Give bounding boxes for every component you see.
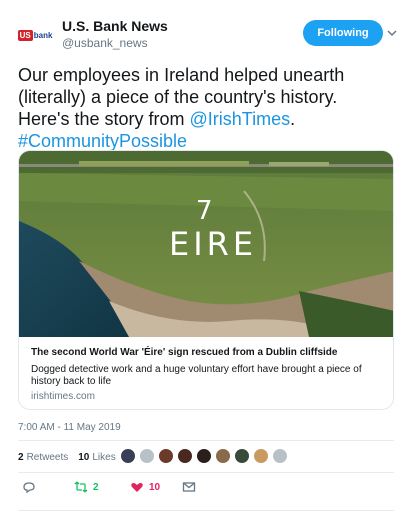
- retweet-icon: [74, 481, 88, 493]
- likes-count: 10: [78, 451, 90, 463]
- liker-avatar[interactable]: [234, 448, 250, 464]
- tweet-body-end: .: [290, 109, 296, 129]
- mention-link[interactable]: @IrishTimes: [189, 109, 290, 129]
- liker-avatar[interactable]: [177, 448, 193, 464]
- engagement-stats: 2 Retweets 10 Likes: [18, 448, 126, 466]
- card-domain: irishtimes.com: [31, 391, 95, 402]
- retweets-label: Retweets: [26, 451, 69, 463]
- link-card[interactable]: 7 EIRE The second World War 'Éire' sign …: [18, 150, 394, 410]
- like-count: 10: [149, 481, 161, 493]
- card-title: The second World War 'Éire' sign rescued…: [31, 347, 338, 358]
- divider: [18, 472, 394, 473]
- retweets-stat[interactable]: 2 Retweets: [18, 452, 68, 463]
- liker-avatars: [120, 448, 291, 464]
- direct-message-button[interactable]: [182, 480, 196, 494]
- likes-stat[interactable]: 10 Likes: [78, 452, 115, 463]
- liker-avatar[interactable]: [196, 448, 212, 464]
- envelope-icon: [182, 482, 196, 492]
- reply-icon: [23, 482, 35, 494]
- account-handle[interactable]: @usbank_news: [62, 36, 148, 50]
- logo-us: US: [17, 29, 33, 41]
- following-button[interactable]: Following: [303, 20, 383, 46]
- liker-avatar[interactable]: [158, 448, 174, 464]
- logo-bank: bank: [33, 30, 53, 40]
- liker-avatar[interactable]: [139, 448, 155, 464]
- image-text-eire: EIRE: [169, 225, 257, 263]
- retweets-count: 2: [18, 451, 24, 463]
- avatar[interactable]: US bank: [17, 18, 53, 52]
- retweet-button[interactable]: 2: [74, 480, 99, 494]
- divider: [18, 440, 394, 441]
- tweet-text: Our employees in Ireland helped unearth …: [18, 64, 390, 152]
- reply-button[interactable]: [22, 480, 36, 494]
- retweet-count: 2: [93, 481, 99, 493]
- liker-avatar[interactable]: [120, 448, 136, 464]
- likes-label: Likes: [92, 451, 116, 463]
- image-text-7: 7: [196, 196, 213, 226]
- tweet-header: US bank U.S. Bank News @usbank_news Foll…: [0, 0, 404, 60]
- hashtag-link[interactable]: #CommunityPossible: [18, 131, 187, 151]
- like-button[interactable]: 10: [130, 480, 160, 494]
- tweet-timestamp[interactable]: 7:00 AM - 11 May 2019: [18, 422, 121, 433]
- liker-avatar[interactable]: [215, 448, 231, 464]
- heart-icon: [131, 483, 143, 492]
- divider: [18, 510, 394, 511]
- tweet-body: Our employees in Ireland helped unearth …: [18, 65, 345, 129]
- liker-avatar[interactable]: [253, 448, 269, 464]
- liker-avatar[interactable]: [272, 448, 288, 464]
- card-description: Dogged detective work and a huge volunta…: [31, 364, 362, 387]
- chevron-down-icon[interactable]: [386, 27, 398, 39]
- card-image: 7 EIRE: [19, 151, 393, 337]
- account-name[interactable]: U.S. Bank News: [62, 18, 168, 34]
- tweet-actions: 2 10: [18, 480, 394, 500]
